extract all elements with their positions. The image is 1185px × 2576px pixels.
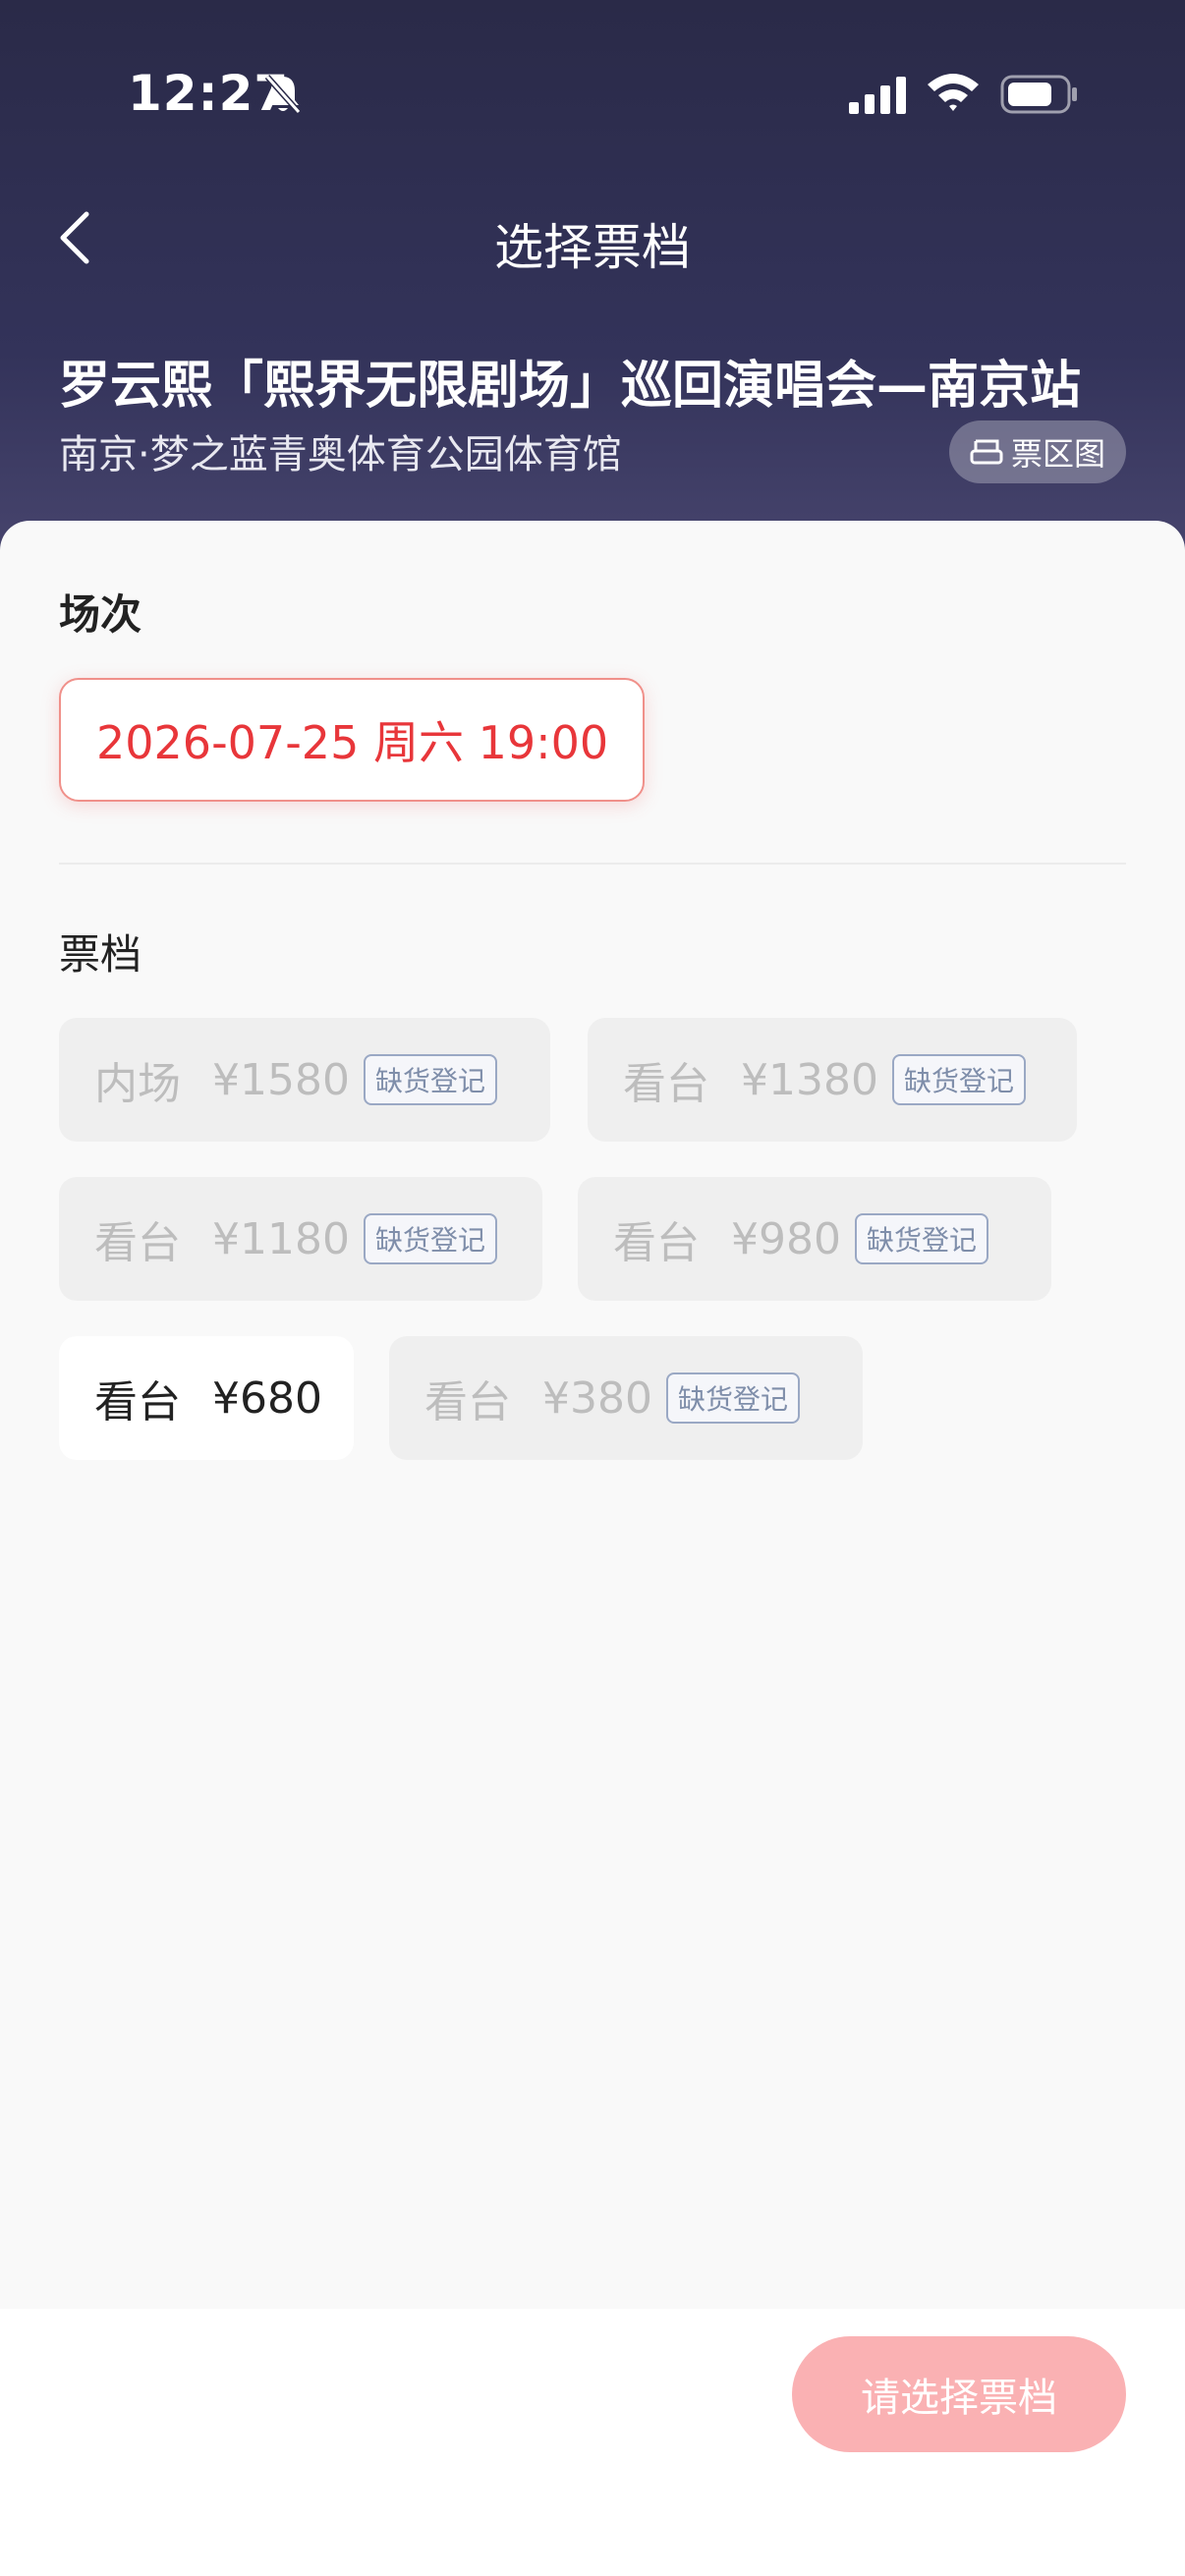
bell-off-icon: [264, 75, 302, 114]
tier-zone: 看台: [613, 1218, 700, 1268]
tier-price: ¥1180: [212, 1213, 350, 1264]
tier-price: ¥380: [542, 1372, 652, 1424]
battery-icon: [1000, 75, 1077, 114]
section-divider: [59, 863, 1126, 865]
tier-section-label: 票档: [59, 930, 142, 979]
restock-badge[interactable]: 缺货登记: [363, 1054, 497, 1105]
event-venue: 南京·梦之蓝青奥体育公园体育馆: [59, 432, 622, 477]
tier-zone: 看台: [623, 1059, 709, 1109]
event-title: 罗云熙「熙界无限剧场」巡回演唱会—南京站: [59, 357, 1082, 416]
restock-badge[interactable]: 缺货登记: [363, 1213, 497, 1264]
tier-option[interactable]: 看台 ¥1380 缺货登记: [588, 1018, 1077, 1142]
tier-option[interactable]: 看台 ¥380 缺货登记: [389, 1336, 863, 1460]
restock-badge[interactable]: 缺货登记: [854, 1213, 988, 1264]
seat-icon: [970, 439, 1003, 465]
tier-price: ¥980: [731, 1213, 841, 1264]
tier-zone: 看台: [94, 1218, 181, 1268]
tier-option[interactable]: 内场 ¥1580 缺货登记: [59, 1018, 550, 1142]
wifi-icon: [928, 74, 979, 111]
confirm-tier-button[interactable]: 请选择票档: [792, 2336, 1126, 2452]
tier-option[interactable]: 看台 ¥980 缺货登记: [578, 1177, 1051, 1301]
tier-price: ¥680: [212, 1372, 322, 1424]
seat-map-label: 票区图: [1010, 435, 1105, 473]
tier-option[interactable]: 看台 ¥1180 缺货登记: [59, 1177, 542, 1301]
session-option-selected[interactable]: 2026-07-25 周六 19:00: [59, 678, 645, 802]
seat-map-button[interactable]: 票区图: [949, 420, 1126, 483]
tier-zone: 看台: [424, 1377, 511, 1428]
tier-option-available[interactable]: 看台 ¥680: [59, 1336, 354, 1460]
tier-zone: 看台: [94, 1377, 181, 1428]
restock-badge[interactable]: 缺货登记: [665, 1372, 800, 1424]
signal-icon: [849, 77, 906, 114]
tier-zone: 内场: [94, 1059, 181, 1109]
tier-price: ¥1580: [212, 1054, 350, 1105]
page-title: 选择票档: [494, 219, 691, 276]
tier-price: ¥1380: [741, 1054, 878, 1105]
session-section-label: 场次: [59, 590, 142, 639]
restock-badge[interactable]: 缺货登记: [891, 1054, 1026, 1105]
